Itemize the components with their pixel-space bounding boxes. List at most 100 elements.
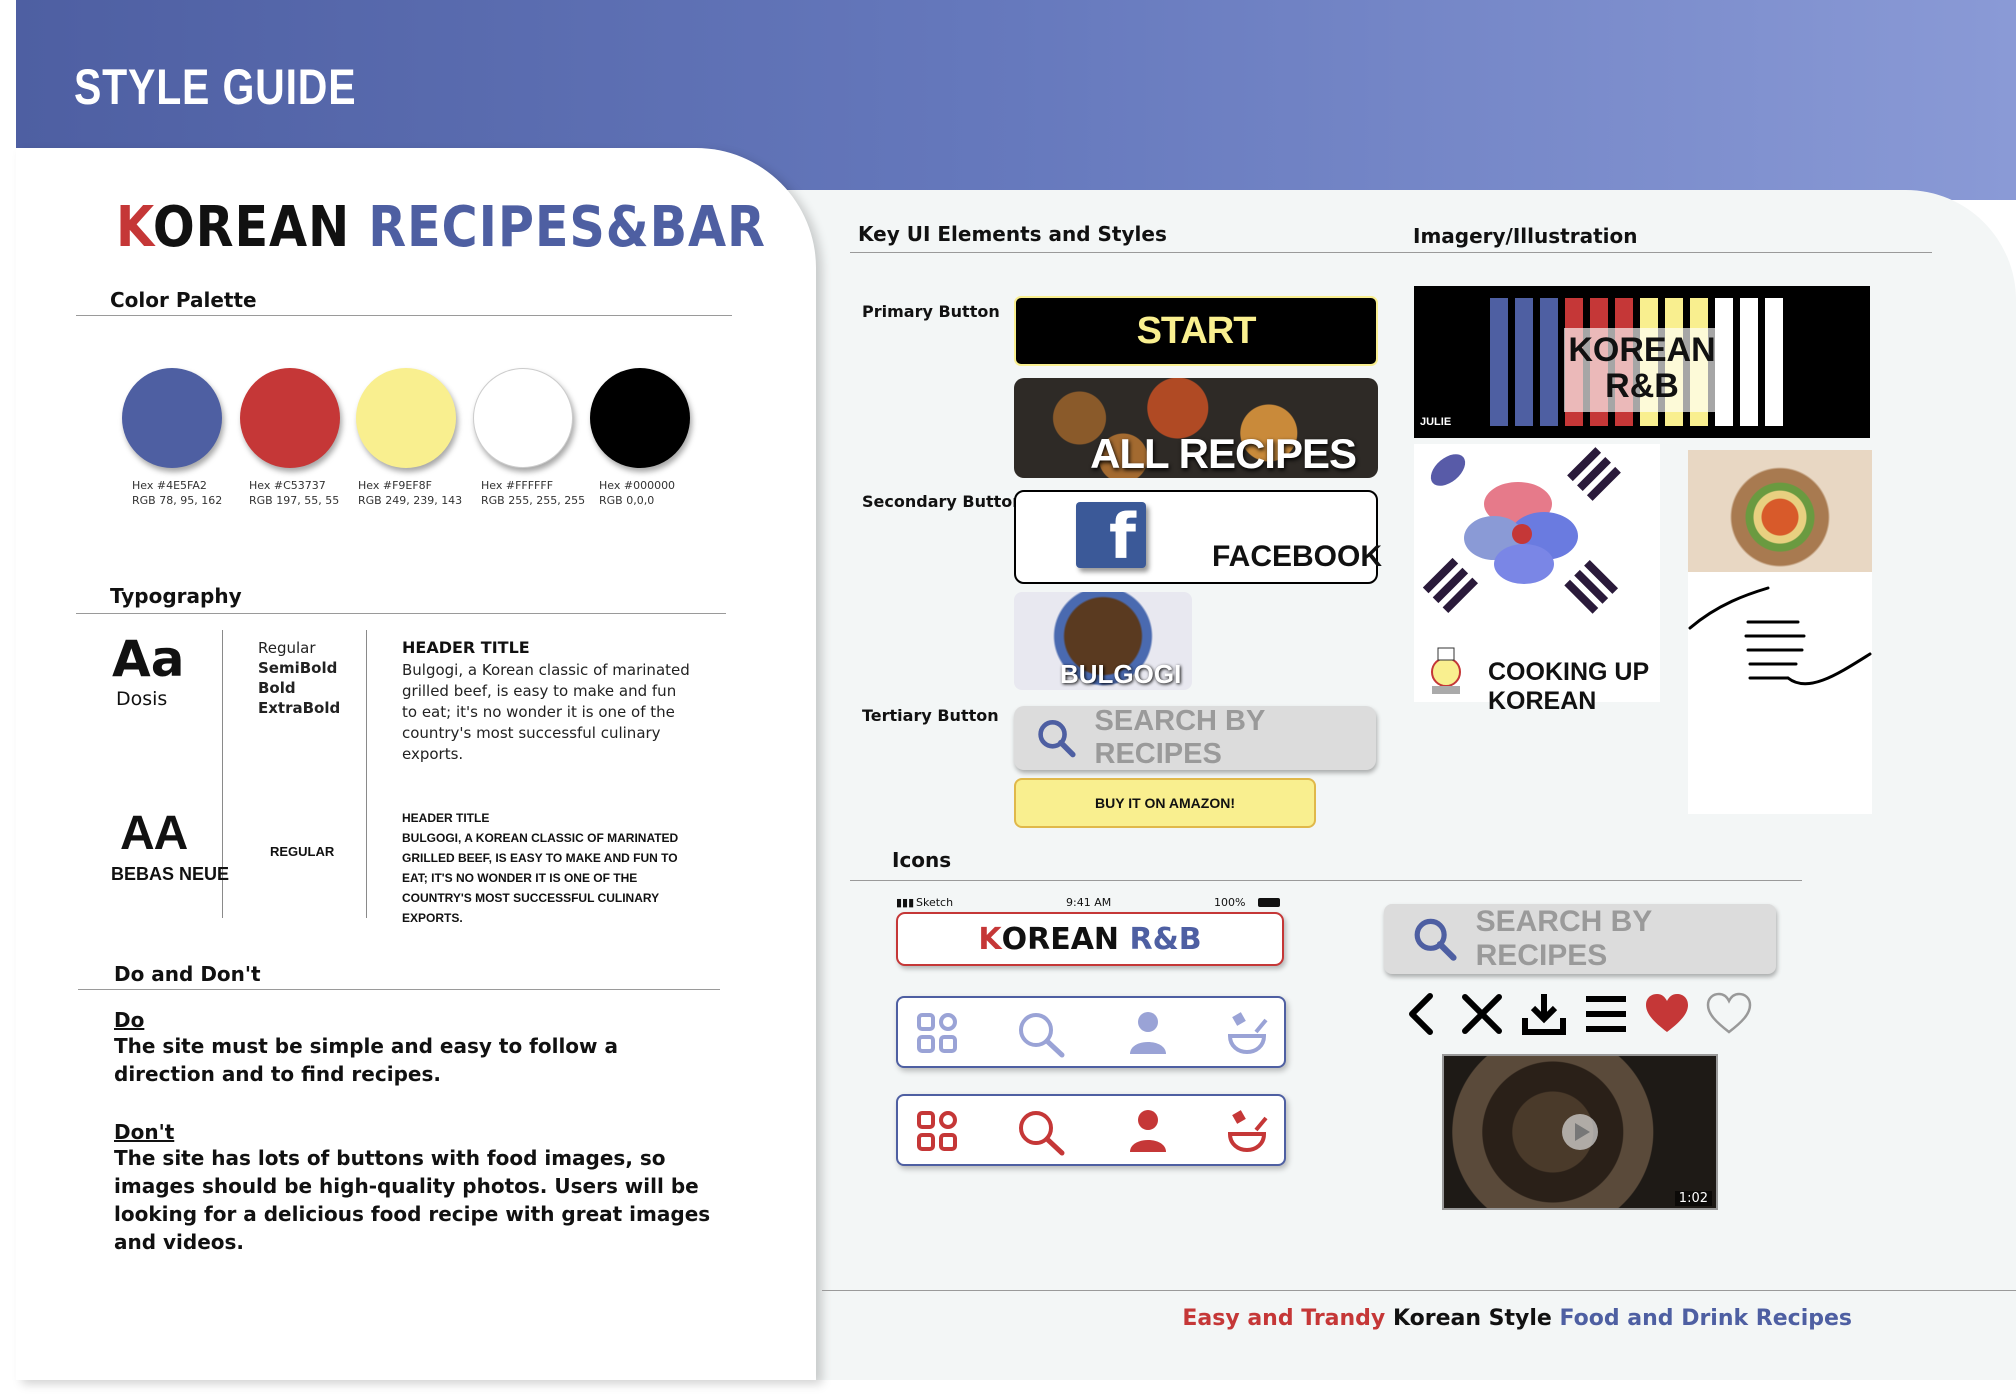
battery-icon <box>1258 898 1280 907</box>
bulgogi-label: BULGOGI <box>1060 659 1182 689</box>
ui-heading: Key UI Elements and Styles <box>858 222 1167 246</box>
grid-icon[interactable] <box>916 1012 958 1054</box>
search-icon[interactable] <box>1016 1010 1066 1058</box>
play-icon[interactable] <box>1560 1112 1600 1152</box>
bulgogi-button[interactable]: BULGOGI <box>1014 592 1192 690</box>
dosis-body: Bulgogi, a Korean classic of marinated g… <box>402 661 690 763</box>
footer-part2: Korean Style <box>1392 1306 1552 1331</box>
swatch-yellow <box>356 368 456 468</box>
brand-orean: OREAN <box>152 195 351 260</box>
do-label: Do <box>114 1008 145 1032</box>
video-thumbnail[interactable]: 1:02 <box>1442 1054 1718 1210</box>
grid-icon[interactable] <box>916 1110 958 1152</box>
flag-illustration: COOKING UP KOREAN <box>1414 444 1660 715</box>
bebas-weight: REGULAR <box>270 844 335 859</box>
secondary-button-label: Secondary Button <box>862 492 1024 511</box>
bebas-header-title: HEADER TITLE <box>402 811 490 825</box>
search-icon <box>1414 918 1457 961</box>
weight-extrabold: ExtraBold <box>258 699 341 717</box>
dosis-sample-text: HEADER TITLE Bulgogi, a Korean classic o… <box>402 638 692 765</box>
search-icon <box>1038 720 1076 758</box>
app-header-rb: R&B <box>1129 921 1202 957</box>
brand-recipes: RECIPES&BAR <box>368 195 766 260</box>
dodont-heading: Do and Don't <box>114 962 261 986</box>
app-header-bar: K OREAN R&B <box>896 912 1284 966</box>
icons-rule <box>850 880 1802 881</box>
close-icon[interactable] <box>1460 992 1504 1036</box>
dont-block: Don't The site has lots of buttons with … <box>114 1120 714 1256</box>
user-icon[interactable] <box>1128 1108 1168 1154</box>
cooking-label: COOKING UP KOREAN <box>1488 658 1649 715</box>
heart-filled-icon[interactable] <box>1644 992 1690 1034</box>
logo-line1: KOREAN <box>1568 331 1716 369</box>
dosis-name: Dosis <box>116 688 168 710</box>
app-header-k: K <box>978 921 1002 957</box>
tertiary-button-label: Tertiary Button <box>862 706 999 725</box>
facebook-label: FACEBOOK <box>1212 540 1383 573</box>
heart-outline-icon[interactable] <box>1706 992 1752 1034</box>
swatch-label-yellow: Hex #F9EF8F RGB 249, 239, 143 <box>358 479 463 507</box>
search-button-label: SEARCH BY RECIPES <box>1094 705 1265 770</box>
primary-button-label: Primary Button <box>862 302 1000 321</box>
swatch-label-black: Hex #000000 RGB 0,0,0 <box>599 479 676 507</box>
search-bar-label: SEARCH BY RECIPES <box>1475 905 1652 972</box>
search-button[interactable]: SEARCH BY RECIPES <box>1014 705 1376 770</box>
cooking-bowl-icon[interactable] <box>1226 1010 1268 1056</box>
swatch-black <box>590 368 690 468</box>
chef-icon <box>1431 647 1461 694</box>
bebas-name: BEBAS NEUE <box>111 864 230 884</box>
logo-image: KOREAN R&B JULIE <box>1414 286 1870 438</box>
footer-rule <box>822 1290 2016 1291</box>
weight-semibold: SemiBold <box>258 659 338 677</box>
footer-part3: Food and Drink Recipes <box>1559 1306 1853 1331</box>
weight-regular: Regular <box>258 639 316 657</box>
download-icon[interactable] <box>1522 992 1566 1036</box>
search-icon[interactable] <box>1016 1108 1066 1156</box>
swatch-blue <box>122 368 222 468</box>
all-recipes-label: ALL RECIPES <box>1090 430 1357 477</box>
cooking-bowl-icon[interactable] <box>1226 1108 1268 1154</box>
amazon-button[interactable]: BUY IT ON AMAZON! <box>1014 778 1316 828</box>
nav-bar-active <box>896 1094 1286 1166</box>
dosis-sample: Aa <box>112 630 185 688</box>
icons-heading: Icons <box>892 848 952 872</box>
status-battery: 100% <box>1214 896 1246 909</box>
swatch-label-blue: Hex #4E5FA2 RGB 78, 95, 162 <box>132 479 223 507</box>
imagery-right-column <box>1688 450 1872 814</box>
brand-title: KOREAN RECIPES&BAR <box>116 195 766 260</box>
video-duration: 1:02 <box>1674 1191 1712 1206</box>
julie-label: JULIE <box>1420 416 1452 428</box>
swatch-white <box>473 368 573 468</box>
signal-icon: ▮▮▮ <box>896 896 915 909</box>
typography-rule <box>76 613 726 614</box>
back-icon[interactable] <box>1404 992 1440 1036</box>
do-block: Do The site must be simple and easy to f… <box>114 1008 714 1088</box>
facebook-icon: f <box>1076 502 1146 568</box>
all-recipes-button[interactable]: ALL RECIPES <box>1014 378 1378 478</box>
page-title: STYLE GUIDE <box>74 59 357 115</box>
hand-illustration-icon <box>1688 586 1872 686</box>
bebas-body: BULGOGI, A KOREAN CLASSIC OF MARINATED G… <box>402 831 679 925</box>
footer-tagline: Easy and Trandy Korean Style Food and Dr… <box>1182 1306 1852 1331</box>
do-text: The site must be simple and easy to foll… <box>114 1034 618 1086</box>
brand-k: K <box>116 195 153 260</box>
start-button[interactable]: START <box>1014 296 1378 366</box>
dodont-rule <box>78 989 720 990</box>
menu-icon[interactable] <box>1584 994 1628 1034</box>
dosis-weights: Regular SemiBold Bold ExtraBold <box>258 638 340 718</box>
logo-text: KOREAN R&B <box>1564 328 1720 412</box>
dosis-header-title: HEADER TITLE <box>402 638 530 657</box>
bebas-sample-text: HEADER TITLE BULGOGI, A KOREAN CLASSIC O… <box>402 808 702 928</box>
app-header-orean: OREAN <box>1001 921 1120 957</box>
search-bar[interactable]: SEARCH BY RECIPES <box>1384 904 1776 974</box>
bibimbap-image <box>1688 450 1872 572</box>
imagery-heading: Imagery/Illustration <box>1413 224 1638 248</box>
palette-rule <box>76 315 732 316</box>
user-icon[interactable] <box>1128 1010 1168 1056</box>
logo-line2: R&B <box>1605 367 1679 405</box>
facebook-button[interactable]: f FACEBOOK <box>1014 490 1382 584</box>
flower-flag-icon <box>1422 447 1621 614</box>
swatch-red <box>240 368 340 468</box>
swatch-label-red: Hex #C53737 RGB 197, 55, 55 <box>249 479 340 507</box>
nav-bar-inactive <box>896 996 1286 1068</box>
